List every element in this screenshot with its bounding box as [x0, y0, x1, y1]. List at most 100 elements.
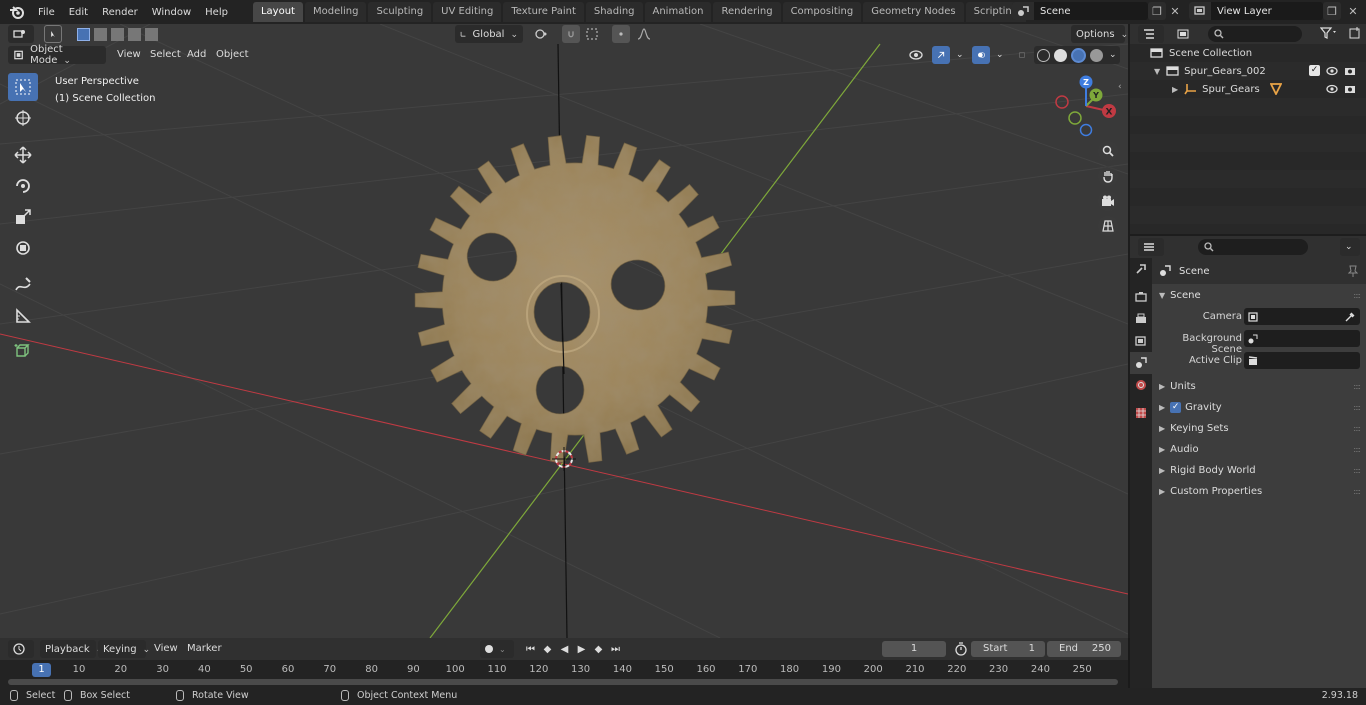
end-frame-field[interactable]: End 250	[1047, 641, 1121, 657]
menu-help[interactable]: Help	[198, 4, 235, 21]
filter-icon[interactable]	[1319, 27, 1338, 42]
tab-animation[interactable]: Animation	[644, 2, 712, 22]
panel-grip-icon[interactable]: ::::	[1353, 291, 1361, 300]
timeline-editor-type-icon[interactable]	[8, 640, 34, 658]
camera-field[interactable]	[1244, 308, 1360, 325]
measure-tool-icon[interactable]	[8, 302, 38, 330]
select-invert-icon[interactable]	[128, 27, 141, 41]
delete-scene-icon[interactable]: ✕	[1166, 2, 1184, 20]
options-dropdown[interactable]: Options	[1071, 25, 1125, 43]
annotate-tool-icon[interactable]	[8, 271, 38, 299]
object-render-icon[interactable]	[1344, 84, 1356, 94]
timeline-menu-view[interactable]: View	[154, 643, 178, 654]
tab-geometry-nodes[interactable]: Geometry Nodes	[863, 2, 964, 22]
object-mode-dropdown[interactable]: Object Mode	[8, 44, 106, 66]
play-icon[interactable]: ▶	[573, 644, 590, 655]
pivot-point-icon[interactable]	[530, 25, 556, 43]
zoom-view-icon[interactable]	[1098, 141, 1118, 161]
shading-dropdown-icon[interactable]: ⌄	[1104, 46, 1122, 64]
transform-orientation-dropdown[interactable]: Global	[455, 25, 523, 43]
pin-icon[interactable]	[1348, 265, 1358, 277]
texture-tab-icon[interactable]	[1130, 402, 1152, 424]
object-visibility-icon[interactable]	[1326, 84, 1338, 94]
new-view-layer-icon[interactable]: ❐	[1323, 2, 1341, 20]
current-frame-marker[interactable]: 1	[32, 663, 51, 677]
gravity-panel-header[interactable]: ▶ ✓ Gravity ::::	[1152, 397, 1366, 418]
transform-tool-icon[interactable]	[8, 234, 38, 262]
timeline-menu-marker[interactable]: Marker	[187, 643, 222, 654]
eyedropper-icon[interactable]	[1345, 312, 1355, 322]
timeline-ruler[interactable]: 1 10 20 30 40 50 60 70 80 90 100 110 120 130 140 150 160…	[0, 662, 1128, 677]
select-intersect-icon[interactable]	[145, 27, 158, 41]
current-frame-field[interactable]: 1	[882, 641, 946, 657]
properties-search-input[interactable]	[1198, 239, 1308, 255]
world-tab-icon[interactable]	[1130, 374, 1152, 396]
menu-render[interactable]: Render	[95, 4, 145, 21]
visibility-icon[interactable]	[903, 46, 929, 64]
xray-toggle-icon[interactable]	[1014, 46, 1030, 64]
delete-view-layer-icon[interactable]: ✕	[1344, 2, 1362, 20]
timeline-scrollbar[interactable]	[8, 679, 1118, 685]
outliner-editor-type-icon[interactable]	[1138, 25, 1164, 43]
modifier-icon[interactable]	[1270, 83, 1282, 95]
menu-edit[interactable]: Edit	[62, 4, 95, 21]
scene-selector[interactable]: Scene	[1012, 2, 1148, 20]
units-panel-header[interactable]: ▶ Units ::::	[1152, 376, 1366, 397]
overlay-dropdown-icon[interactable]: ⌄	[991, 46, 1007, 64]
editor-type-icon[interactable]	[8, 25, 34, 43]
viewport-menu-select[interactable]: Select	[150, 49, 181, 60]
collection-render-icon[interactable]	[1344, 66, 1356, 76]
custom-properties-panel-header[interactable]: ▶ Custom Properties ::::	[1152, 481, 1366, 502]
tab-modeling[interactable]: Modeling	[304, 2, 367, 22]
panel-grip-icon[interactable]: ::::	[1353, 403, 1361, 412]
overlay-toggle-icon[interactable]	[972, 46, 990, 64]
auto-keying-icon[interactable]: ⌄	[480, 640, 514, 658]
tab-layout[interactable]: Layout	[252, 2, 303, 22]
audio-panel-header[interactable]: ▶ Audio ::::	[1152, 439, 1366, 460]
keying-dropdown[interactable]: Keying	[98, 640, 146, 658]
snap-target-icon[interactable]	[581, 25, 607, 43]
menu-window[interactable]: Window	[145, 4, 198, 21]
display-mode-icon[interactable]	[1172, 25, 1198, 43]
background-scene-field[interactable]	[1244, 330, 1360, 347]
cursor-tool-icon[interactable]	[8, 104, 38, 132]
start-frame-field[interactable]: Start 1	[971, 641, 1045, 657]
view-layer-selector[interactable]: View Layer	[1189, 2, 1323, 20]
new-collection-icon[interactable]	[1348, 26, 1362, 43]
scale-tool-icon[interactable]	[8, 203, 38, 231]
properties-options-icon[interactable]: ⌄	[1340, 238, 1360, 256]
3d-viewport[interactable]: X Y Z Global ⌄ Options ⌄ Object Mode ⌄ V…	[0, 24, 1128, 638]
menu-file[interactable]: File	[31, 4, 62, 21]
falloff-icon[interactable]	[632, 25, 658, 43]
tab-rendering[interactable]: Rendering	[713, 2, 781, 22]
outliner-row-scene-collection[interactable]: Scene Collection	[1130, 44, 1366, 62]
jump-keyframe-forward-icon[interactable]: ◆	[590, 644, 607, 655]
tab-shading[interactable]: Shading	[585, 2, 643, 22]
tab-texture-paint[interactable]: Texture Paint	[503, 2, 584, 22]
tab-compositing[interactable]: Compositing	[782, 2, 862, 22]
outliner-row-collection[interactable]: ▼ Spur_Gears_002 ✓	[1130, 62, 1366, 80]
viewport-menu-view[interactable]: View	[117, 49, 141, 60]
pan-view-icon[interactable]	[1098, 166, 1118, 186]
panel-grip-icon[interactable]: ::::	[1353, 382, 1361, 391]
perspective-toggle-icon[interactable]	[1098, 216, 1118, 236]
add-cube-tool-icon[interactable]	[8, 337, 38, 365]
view-layer-tab-icon[interactable]	[1130, 330, 1152, 352]
properties-editor-type-icon[interactable]	[1138, 238, 1164, 256]
active-clip-field[interactable]	[1244, 352, 1360, 369]
playback-dropdown[interactable]: Playback	[40, 640, 96, 658]
move-tool-icon[interactable]	[8, 141, 38, 169]
gravity-checkbox[interactable]: ✓	[1170, 402, 1182, 413]
sidebar-toggle-icon[interactable]: ‹	[1118, 82, 1122, 92]
navigation-gizmo[interactable]: X Y Z	[1055, 75, 1116, 137]
outliner-row-object[interactable]: ▶ Spur_Gears	[1130, 80, 1366, 98]
keying-sets-panel-header[interactable]: ▶ Keying Sets ::::	[1152, 418, 1366, 439]
material-shading-icon[interactable]	[1071, 47, 1086, 63]
stopwatch-icon[interactable]	[954, 642, 968, 656]
snap-toggle-icon[interactable]	[562, 25, 580, 43]
output-tab-icon[interactable]	[1130, 308, 1152, 330]
wireframe-shading-icon[interactable]	[1037, 48, 1050, 62]
jump-end-icon[interactable]: ⏭	[607, 644, 624, 655]
expand-arrow-icon[interactable]: ▶	[1172, 85, 1178, 94]
tab-uv-editing[interactable]: UV Editing	[433, 2, 502, 22]
